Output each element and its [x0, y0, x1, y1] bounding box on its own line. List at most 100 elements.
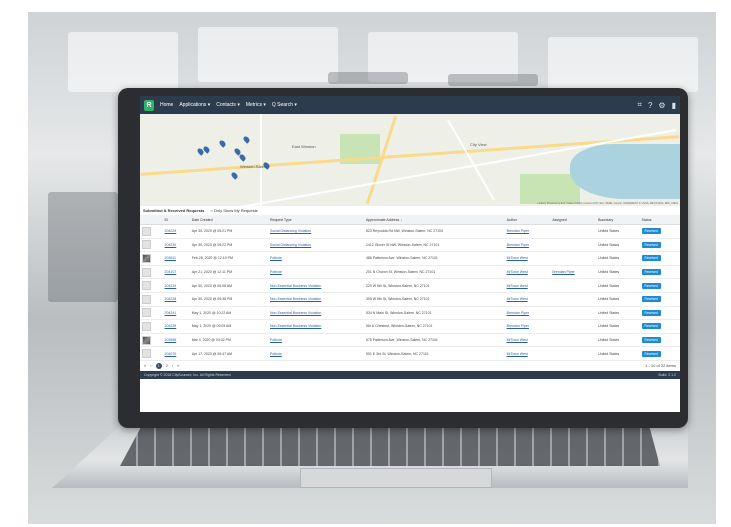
request-id-link[interactable]: 203911 — [165, 256, 176, 260]
table-row[interactable]: 204239 May 1, 2020 @ 09:05 AM Non-Essentia… — [140, 319, 680, 334]
app-logo[interactable]: R — [144, 99, 154, 111]
request-type[interactable]: Pothole — [268, 265, 364, 280]
request-type-link[interactable]: Non-Essential Business Violation — [270, 284, 321, 288]
assigned-link[interactable]: Brendan Piper — [552, 270, 574, 274]
map-pin[interactable] — [238, 153, 247, 162]
nav-search[interactable]: Q Search ▾ — [272, 102, 297, 108]
assigned[interactable] — [550, 238, 597, 253]
table-row[interactable]: 204229 Apr 30, 2020 @ 05:21 PM Social Dist… — [140, 224, 680, 239]
author-link[interactable]: Brendan Piper — [507, 243, 529, 247]
map-pin[interactable] — [230, 171, 239, 180]
author[interactable]: MrTown West — [504, 265, 551, 280]
nav-applications[interactable]: Applications ▾ — [179, 102, 210, 108]
page-1-button[interactable]: 1 — [155, 362, 162, 369]
request-type-link[interactable]: Pothole — [270, 352, 282, 356]
assigned[interactable] — [550, 333, 597, 348]
nav-metrics[interactable]: Metrics ▾ — [246, 102, 266, 108]
assigned[interactable] — [550, 292, 597, 307]
request-id[interactable]: 204229 — [162, 224, 190, 239]
map-pin[interactable] — [218, 139, 227, 148]
column-header[interactable]: Boundary — [596, 215, 640, 225]
table-row[interactable]: 203911 Feb 28, 2020 @ 12:19 PM Pothole 486 … — [140, 251, 680, 266]
author-link[interactable]: Brendan Piper — [507, 229, 529, 233]
row-thumbnail[interactable] — [140, 346, 163, 361]
help-icon[interactable]: ? — [648, 101, 652, 110]
request-type[interactable]: Non-Essential Business Violation — [268, 278, 364, 293]
request-id-link[interactable]: 204229 — [165, 229, 177, 233]
author[interactable]: Brendan Piper — [504, 306, 551, 321]
author-link[interactable]: MrTown West — [507, 256, 528, 260]
assigned[interactable]: Brendan Piper — [550, 265, 597, 280]
map-pin[interactable] — [242, 135, 251, 144]
map[interactable]: East Winston Winston-Salem City View Lea… — [140, 114, 680, 206]
table-row[interactable]: 203958 Mar 4, 2020 @ 03:32 PM Pothole 575 P… — [140, 333, 680, 348]
user-icon[interactable]: ▮ — [672, 101, 676, 110]
assigned[interactable] — [550, 278, 597, 293]
author[interactable]: MrTown West — [504, 333, 551, 348]
request-type-link[interactable]: Pothole — [270, 270, 282, 274]
only-mine-toggle[interactable]: ○ Only Show My Requests — [210, 208, 257, 213]
row-thumbnail[interactable] — [140, 238, 163, 253]
gear-icon[interactable]: ⚙ — [658, 101, 665, 110]
table-row[interactable]: 204107 Apr 21, 2020 @ 12:11 PM Pothole 201 … — [140, 265, 680, 280]
first-page-button[interactable]: « — [144, 363, 146, 368]
nav-contacts[interactable]: Contacts ▾ — [216, 102, 240, 108]
page-2-button[interactable]: 2 — [166, 363, 168, 368]
request-id-link[interactable]: 204241 — [165, 311, 177, 315]
request-type[interactable]: Pothole — [268, 346, 364, 361]
request-type[interactable]: Non-Essential Business Violation — [268, 292, 364, 307]
author[interactable]: MrTown West — [504, 346, 551, 361]
author-link[interactable]: MrTown West — [507, 270, 528, 274]
request-type-link[interactable]: Pothole — [270, 256, 282, 260]
author[interactable]: MrTown West — [504, 278, 551, 293]
assigned[interactable] — [550, 319, 597, 334]
row-thumbnail[interactable] — [140, 251, 163, 266]
table-row[interactable]: 204070 Apr 17, 2020 @ 09:47 AM Pothole 501 … — [140, 346, 680, 361]
request-type[interactable]: Pothole — [268, 333, 364, 348]
request-id-link[interactable]: 204239 — [165, 324, 177, 328]
column-header[interactable]: Assigned — [550, 215, 597, 225]
request-id-link[interactable]: 203958 — [165, 338, 177, 342]
author-link[interactable]: Brendan Piper — [507, 324, 529, 328]
request-id-link[interactable]: 204107 — [165, 270, 177, 274]
author-link[interactable]: MrTown West — [507, 284, 528, 288]
table-row[interactable]: 204241 May 1, 2020 @ 10:22 AM Non-Essentia… — [140, 306, 680, 321]
request-type-link[interactable]: Social Distancing Violation — [270, 243, 311, 247]
nav-home[interactable]: Home — [160, 102, 173, 108]
column-header[interactable]: Status — [639, 215, 680, 225]
request-type[interactable]: Pothole — [268, 251, 364, 266]
author[interactable]: Brendan Piper — [504, 224, 551, 239]
request-type[interactable]: Non-Essential Business Violation — [268, 319, 364, 334]
row-thumbnail[interactable] — [140, 292, 163, 307]
table-row[interactable]: 204230 Apr 30, 2020 @ 05:22 PM Social Dist… — [140, 238, 680, 253]
request-type-link[interactable]: Non-Essential Business Violation — [270, 297, 321, 301]
column-header[interactable]: Approximate Address ↓ — [363, 215, 505, 225]
request-type-link[interactable]: Social Distancing Violation — [270, 229, 311, 233]
request-id-link[interactable]: 204228 — [165, 297, 177, 301]
author-link[interactable]: MrTown West — [507, 338, 528, 342]
author[interactable]: Brendan Piper — [504, 238, 551, 253]
table-row[interactable]: 204219 Apr 30, 2020 @ 05:08 AM Non-Essenti… — [140, 278, 680, 293]
last-page-button[interactable]: » — [177, 363, 179, 368]
request-id-link[interactable]: 204219 — [165, 284, 177, 288]
row-thumbnail[interactable] — [140, 224, 163, 239]
next-page-button[interactable]: › — [172, 363, 173, 368]
column-header[interactable] — [140, 215, 163, 225]
assigned[interactable] — [550, 251, 597, 266]
request-id[interactable]: 204230 — [162, 238, 190, 253]
column-header[interactable]: Author — [504, 215, 551, 225]
request-type[interactable]: Non-Essential Business Violation — [268, 306, 364, 321]
row-thumbnail[interactable] — [140, 319, 163, 334]
assigned[interactable] — [550, 346, 597, 361]
assigned[interactable] — [550, 224, 597, 239]
row-thumbnail[interactable] — [140, 306, 163, 321]
request-id[interactable]: 204107 — [162, 265, 190, 280]
request-type-link[interactable]: Non-Essential Business Violation — [270, 324, 321, 328]
author[interactable]: Brendan Piper — [504, 319, 551, 334]
request-type[interactable]: Social Distancing Violation — [268, 238, 364, 253]
prev-page-button[interactable]: ‹ — [150, 363, 151, 368]
tag-icon[interactable]: ⌗ — [637, 100, 642, 110]
request-id[interactable]: 204241 — [162, 306, 190, 321]
author-link[interactable]: Brendan Piper — [507, 311, 529, 315]
request-id[interactable]: 203911 — [162, 251, 190, 266]
